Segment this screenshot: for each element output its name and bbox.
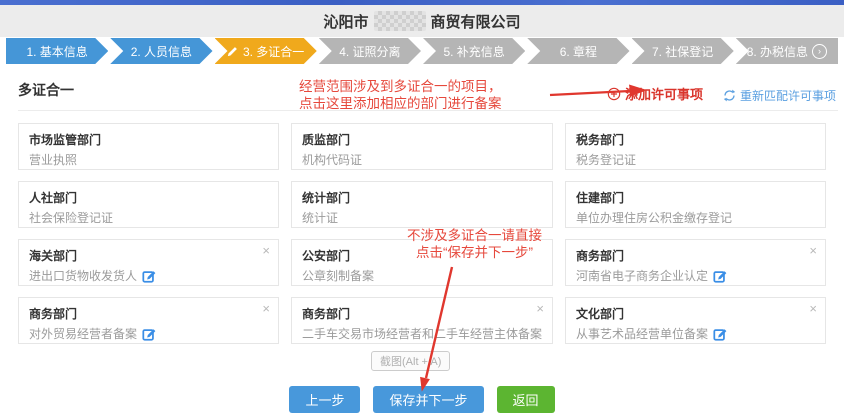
close-icon[interactable]: × (536, 301, 544, 316)
card-department: 商务部门 (576, 247, 815, 264)
card-item-label: 河南省电子商务企业认定 (576, 267, 708, 284)
step-7[interactable]: 7. 社保登记 (632, 38, 734, 64)
back-button[interactable]: 返回 (497, 386, 555, 413)
step-label: 4. 证照分离 (339, 43, 400, 60)
card-item-label: 统计证 (302, 209, 338, 226)
prev-step-button[interactable]: 上一步 (289, 386, 360, 413)
close-icon[interactable]: × (262, 301, 270, 316)
footer-buttons: 上一步 保存并下一步 返回 (0, 386, 844, 413)
refresh-icon (723, 89, 736, 102)
close-icon[interactable]: × (809, 243, 817, 258)
permit-card: 市场监管部门营业执照 (18, 123, 279, 170)
annotation-bottom-line1: 不涉及多证合一请直接 (372, 227, 577, 244)
card-item-label: 对外贸易经营者备案 (29, 325, 137, 342)
header-bar: 沁阳市 商贸有限公司 (0, 5, 844, 37)
rematch-permit-label: 重新匹配许可事项 (740, 87, 836, 104)
card-department: 海关部门 (29, 247, 268, 264)
permit-card: 统计部门统计证 (291, 181, 553, 228)
step-label: 6. 章程 (560, 43, 597, 60)
step-6[interactable]: 6. 章程 (527, 38, 629, 64)
section-title: 多证合一 (18, 80, 74, 100)
circle-plus-icon (607, 87, 621, 101)
company-name-suffix: 商贸有限公司 (431, 11, 521, 32)
permit-card: 质监部门机构代码证 (291, 123, 553, 170)
step-label: 8. 办税信息 (747, 43, 808, 60)
annotation-bottom: 不涉及多证合一请直接 点击“保存并下一步” (372, 227, 577, 261)
annotation-top: 经营范围涉及到多证合一的项目， 点击这里添加相应的部门进行备案 (299, 79, 502, 112)
card-item-label: 二手车交易市场经营者和二手车经营主体备案 (302, 325, 542, 342)
card-department: 质监部门 (302, 131, 542, 148)
permit-card: 住建部门单位办理住房公积金缴存登记 (565, 181, 826, 228)
permit-card: 人社部门社会保险登记证 (18, 181, 279, 228)
chevron-right-circle-icon: › (812, 44, 827, 59)
card-item-label: 进出口货物收发货人 (29, 267, 137, 284)
card-item-label: 单位办理住房公积金缴存登记 (576, 209, 732, 226)
add-permit-label: 添加许可事项 (625, 84, 703, 103)
rematch-permit-link[interactable]: 重新匹配许可事项 (723, 87, 836, 104)
card-item-label: 社会保险登记证 (29, 209, 113, 226)
step-label: 2. 人员信息 (131, 43, 192, 60)
card-department: 市场监管部门 (29, 131, 268, 148)
edit-icon[interactable] (142, 327, 156, 341)
step-2[interactable]: 2. 人员信息 (110, 38, 212, 64)
step-label: 7. 社保登记 (652, 43, 713, 60)
page-title: 沁阳市 商贸有限公司 (323, 11, 520, 32)
card-department: 税务部门 (576, 131, 815, 148)
edit-icon[interactable] (713, 269, 727, 283)
close-icon[interactable]: × (809, 301, 817, 316)
step-label: 5. 补充信息 (443, 43, 504, 60)
step-1[interactable]: 1. 基本信息 (6, 38, 108, 64)
add-permit-link[interactable]: 添加许可事项 (607, 84, 703, 103)
step-3[interactable]: 3. 多证合一 (215, 38, 317, 64)
edit-icon[interactable] (142, 269, 156, 283)
page: 沁阳市 商贸有限公司 1. 基本信息 2. 人员信息 3. 多证合一 4. 证照分离 5… (0, 0, 844, 415)
card-item-label: 税务登记证 (576, 151, 636, 168)
step-label: 1. 基本信息 (26, 43, 87, 60)
close-icon[interactable]: × (262, 243, 270, 258)
save-and-next-button[interactable]: 保存并下一步 (373, 386, 483, 413)
screenshot-hint-button[interactable]: 截图(Alt + A) (371, 351, 450, 371)
annotation-bottom-line2: 点击“保存并下一步” (372, 244, 577, 261)
card-department: 文化部门 (576, 305, 815, 322)
permit-card: 文化部门从事艺术品经营单位备案 × (565, 297, 826, 344)
step-8[interactable]: 8. 办税信息 › (736, 38, 838, 64)
company-name-prefix: 沁阳市 (323, 11, 368, 32)
card-department: 商务部门 (302, 305, 542, 322)
card-item-label: 营业执照 (29, 151, 77, 168)
permit-card: 商务部门河南省电子商务企业认定 × (565, 239, 826, 286)
step-bar: 1. 基本信息 2. 人员信息 3. 多证合一 4. 证照分离 5. 补充信息 6. 章程… (6, 38, 838, 64)
permit-card: 商务部门二手车交易市场经营者和二手车经营主体备案 × (291, 297, 553, 344)
pencil-icon (227, 45, 239, 57)
card-department: 商务部门 (29, 305, 268, 322)
card-department: 统计部门 (302, 189, 542, 206)
permit-card: 税务部门税务登记证 (565, 123, 826, 170)
annotation-top-line1: 经营范围涉及到多证合一的项目， (299, 79, 502, 96)
card-department: 住建部门 (576, 189, 815, 206)
annotation-top-line2: 点击这里添加相应的部门进行备案 (299, 96, 502, 113)
redacted-block (374, 11, 426, 31)
step-5[interactable]: 5. 补充信息 (423, 38, 525, 64)
card-item-label: 机构代码证 (302, 151, 362, 168)
permit-card: 商务部门对外贸易经营者备案 × (18, 297, 279, 344)
card-department: 人社部门 (29, 189, 268, 206)
card-item-label: 公章刻制备案 (302, 267, 374, 284)
edit-icon[interactable] (713, 327, 727, 341)
step-label: 3. 多证合一 (243, 43, 304, 60)
permit-card: 海关部门进出口货物收发货人 × (18, 239, 279, 286)
card-item-label: 从事艺术品经营单位备案 (576, 325, 708, 342)
step-4[interactable]: 4. 证照分离 (319, 38, 421, 64)
